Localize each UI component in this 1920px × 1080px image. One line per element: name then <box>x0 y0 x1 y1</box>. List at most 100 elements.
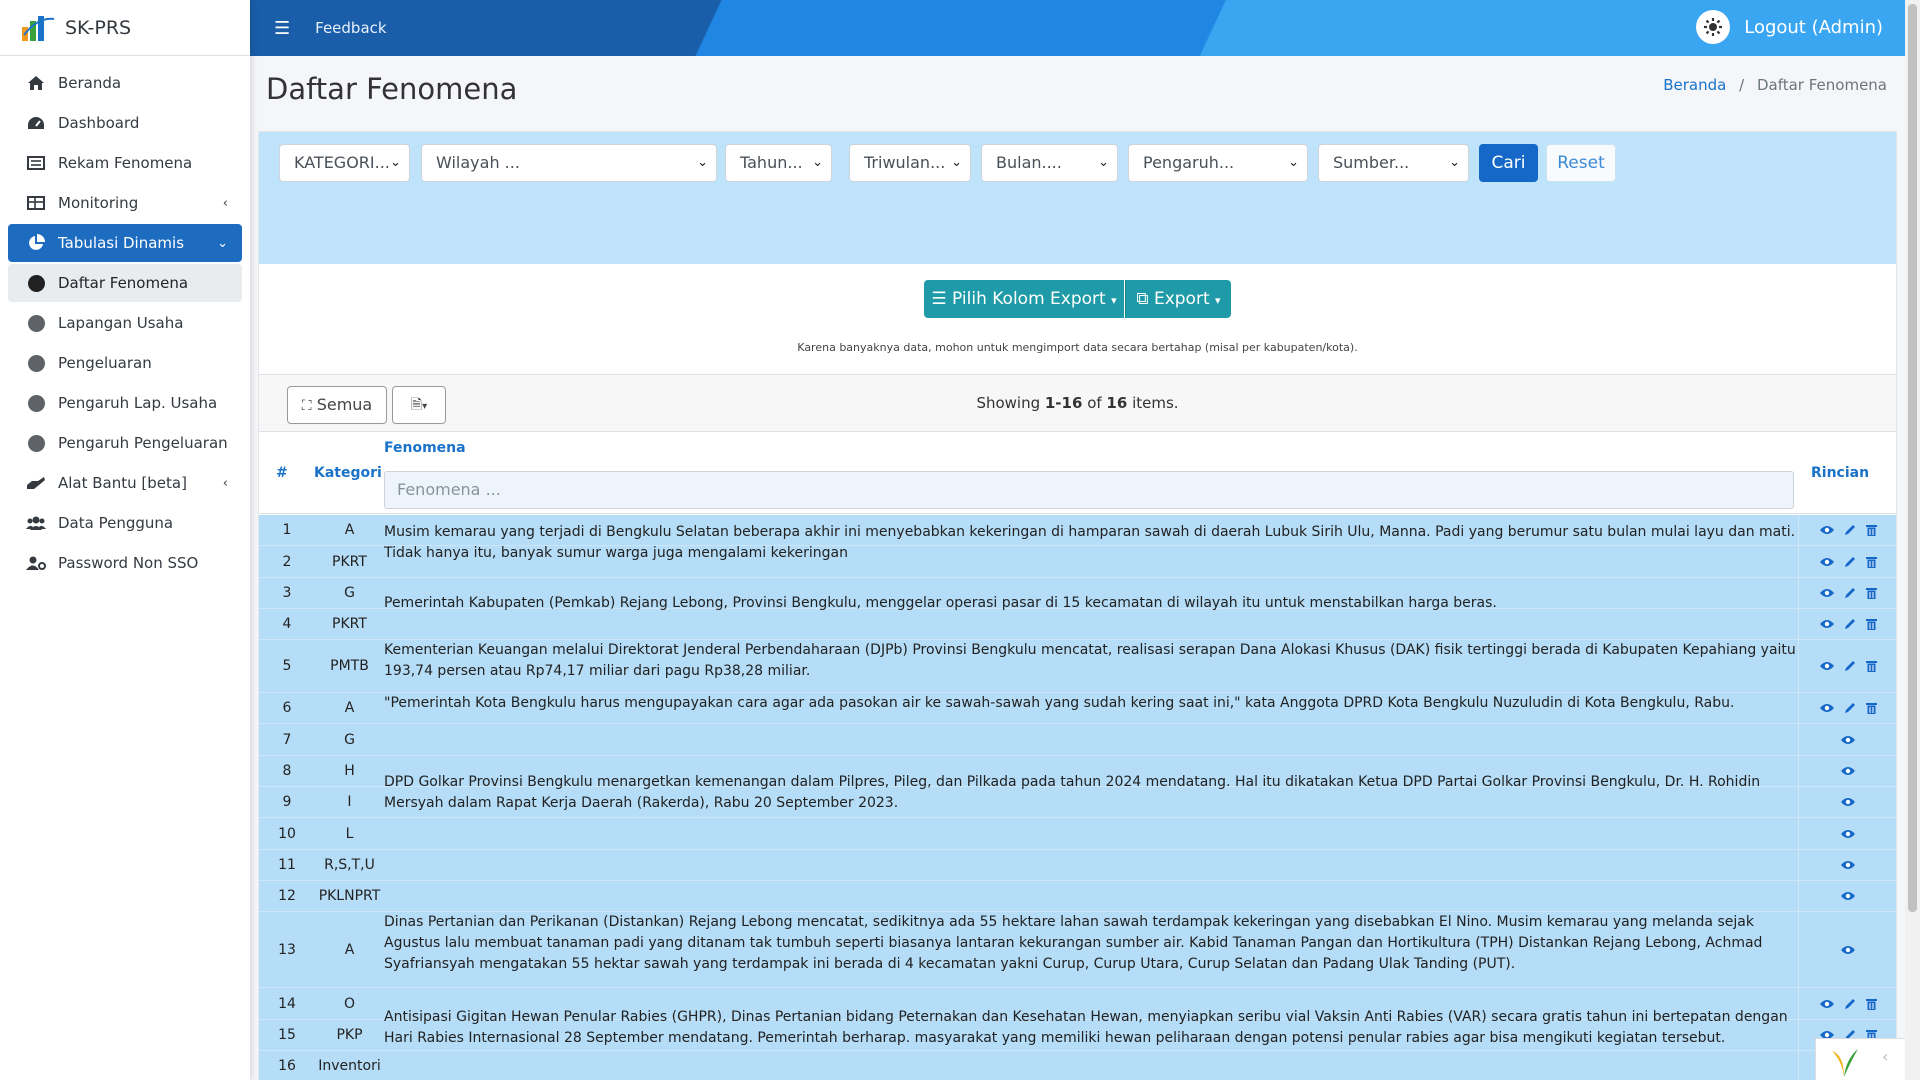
tahun-select[interactable]: Tahun... ⌄ <box>725 144 832 182</box>
header-fenomena[interactable]: Fenomena <box>384 440 466 456</box>
header-kategori[interactable]: Kategori <box>314 465 382 481</box>
view-icon[interactable] <box>1839 945 1857 955</box>
column-divider <box>1798 515 1799 1080</box>
row-number: 11 <box>278 857 296 873</box>
delete-icon[interactable] <box>1864 556 1879 568</box>
fenomena-text: Musim kemarau yang terjadi di Bengkulu S… <box>384 524 1796 561</box>
edit-icon[interactable] <box>1842 702 1858 714</box>
pilih-kolom-export-button[interactable]: ☰ Pilih Kolom Export ▾ <box>924 280 1124 318</box>
view-icon[interactable] <box>1818 619 1836 629</box>
view-icon[interactable] <box>1818 557 1836 567</box>
row-actions <box>1799 756 1897 786</box>
kategori-select-value: KATEGORI... <box>294 153 390 172</box>
cari-button[interactable]: Cari <box>1479 144 1538 182</box>
brand-logo-icon <box>20 13 56 43</box>
view-icon[interactable] <box>1839 860 1857 870</box>
showing-suffix: items. <box>1127 394 1179 412</box>
row-number: 12 <box>278 888 296 904</box>
delete-icon[interactable] <box>1864 618 1879 630</box>
edit-icon[interactable] <box>1842 587 1858 599</box>
edit-icon[interactable] <box>1842 660 1858 672</box>
chevron-left-icon[interactable]: ‹ <box>1882 1047 1888 1066</box>
kategori-select[interactable]: KATEGORI... ⌄ <box>279 144 410 182</box>
edit-icon[interactable] <box>1842 524 1858 536</box>
feedback-link[interactable]: Feedback <box>315 19 386 37</box>
showing-range: 1-16 <box>1044 394 1083 412</box>
wilayah-select-value: Wilayah ... <box>436 153 520 172</box>
sidebar-item-pengaruh-lap-usaha[interactable]: Pengaruh Lap. Usaha <box>8 384 242 422</box>
sidebar-item-password-non-sso[interactable]: Password Non SSO <box>8 544 242 582</box>
sidebar-item-data-pengguna[interactable]: Data Pengguna <box>8 504 242 542</box>
vertical-scrollbar[interactable] <box>1905 0 1920 1080</box>
row-number: 10 <box>278 825 296 842</box>
sidebar-item-tabulasi-dinamis[interactable]: Tabulasi Dinamis ⌄ <box>8 224 242 262</box>
delete-icon[interactable] <box>1864 660 1879 672</box>
header-rincian: Rincian <box>1811 465 1870 481</box>
view-icon[interactable] <box>1839 766 1857 776</box>
view-icon[interactable] <box>1818 703 1836 713</box>
row-kategori: Inventori <box>318 1058 381 1074</box>
sumber-select[interactable]: Sumber... ⌄ <box>1318 144 1469 182</box>
export-label: Export <box>1153 289 1210 309</box>
delete-icon[interactable] <box>1864 702 1879 714</box>
export-button[interactable]: ⧉ Export ▾ <box>1125 280 1231 318</box>
sidebar-item-dashboard[interactable]: Dashboard <box>8 104 242 142</box>
circle-icon <box>26 353 46 373</box>
view-icon[interactable] <box>1839 797 1857 807</box>
sidebar-item-label: Alat Bantu [beta] <box>58 474 187 492</box>
sidebar-item-label: Lapangan Usaha <box>58 314 184 332</box>
sidebar-item-pengeluaran[interactable]: Pengeluaran <box>8 344 242 382</box>
edit-icon[interactable] <box>1842 618 1858 630</box>
sidebar-item-monitoring[interactable]: Monitoring ‹ <box>8 184 242 222</box>
external-link-icon: ⧉ <box>1136 289 1149 309</box>
sidebar-item-daftar-fenomena[interactable]: Daftar Fenomena <box>8 264 242 302</box>
view-icon[interactable] <box>1818 525 1836 535</box>
sidebar-item-pengaruh-pengeluaran[interactable]: Pengaruh Pengeluaran <box>8 424 242 462</box>
view-icon[interactable] <box>1818 588 1836 598</box>
delete-icon[interactable] <box>1864 587 1879 599</box>
fenomena-text: "Pemerintah Kota Bengkulu harus mengupay… <box>384 695 1735 711</box>
brand[interactable]: SK-PRS <box>0 0 250 56</box>
view-icon[interactable] <box>1839 829 1857 839</box>
caret-down-icon: ▾ <box>1111 294 1117 307</box>
sidebar-item-rekam-fenomena[interactable]: Rekam Fenomena <box>8 144 242 182</box>
logout-link[interactable]: Logout (Admin) <box>1744 17 1883 38</box>
caret-down-icon: ▾ <box>1215 294 1221 307</box>
theme-toggle-icon[interactable] <box>1696 10 1731 44</box>
wilayah-select[interactable]: Wilayah ... ⌄ <box>421 144 717 182</box>
triwulan-select[interactable]: Triwulan... ⌄ <box>849 144 971 182</box>
reset-button[interactable]: Reset <box>1546 144 1616 182</box>
table-row: 16 Inventori <box>259 1051 1896 1080</box>
view-icon[interactable] <box>1839 735 1857 745</box>
edit-icon[interactable] <box>1842 998 1858 1010</box>
fenomena-text: DPD Golkar Provinsi Bengkulu menargetkan… <box>384 774 1761 811</box>
edit-icon[interactable] <box>1842 556 1858 568</box>
hamburger-menu-icon[interactable]: ☰ <box>274 18 290 39</box>
table-icon <box>26 193 46 213</box>
row-actions <box>1799 693 1897 723</box>
row-number: 5 <box>282 658 292 674</box>
chevron-left-icon: ‹ <box>222 195 228 211</box>
row-actions <box>1799 881 1897 911</box>
pengaruh-select[interactable]: Pengaruh... ⌄ <box>1128 144 1308 182</box>
fenomena-filter-input[interactable]: Fenomena ... <box>384 471 1794 509</box>
view-icon[interactable] <box>1839 891 1857 901</box>
bulan-select[interactable]: Bulan.... ⌄ <box>981 144 1118 182</box>
breadcrumb-current: Daftar Fenomena <box>1756 76 1887 94</box>
export-note: Karena banyaknya data, mohon untuk mengi… <box>797 341 1358 354</box>
chevron-left-icon: ‹ <box>222 475 228 491</box>
row-kategori: PKP <box>336 1027 363 1043</box>
delete-icon[interactable] <box>1864 524 1879 536</box>
sidebar-item-lapangan-usaha[interactable]: Lapangan Usaha <box>8 304 242 342</box>
view-icon[interactable] <box>1818 661 1836 671</box>
delete-icon[interactable] <box>1864 998 1879 1010</box>
row-kategori: R,S,T,U <box>324 857 375 873</box>
scrollbar-thumb[interactable] <box>1908 4 1917 912</box>
showing-summary: Showing 1-16 of 16 items. <box>259 394 1896 412</box>
header-no[interactable]: # <box>276 465 288 481</box>
view-icon[interactable] <box>1818 999 1836 1009</box>
sidebar-item-alat-bantu[interactable]: Alat Bantu [beta] ‹ <box>8 464 242 502</box>
breadcrumb-home[interactable]: Beranda <box>1663 76 1726 94</box>
row-actions <box>1799 818 1897 849</box>
sidebar-item-beranda[interactable]: Beranda <box>8 64 242 102</box>
